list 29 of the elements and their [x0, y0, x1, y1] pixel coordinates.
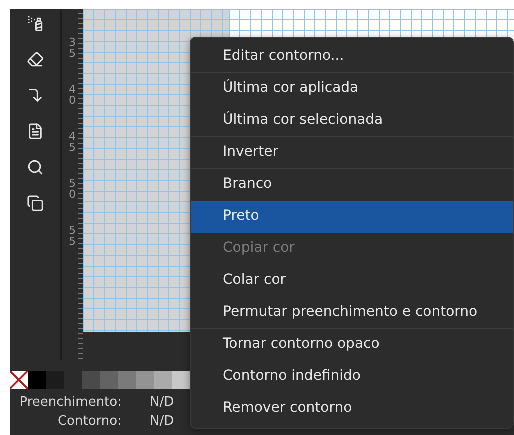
menu-item[interactable]: Colar cor: [191, 265, 513, 297]
status-value: N/D: [150, 414, 176, 429]
ruler-label: 45: [68, 131, 77, 153]
color-swatch[interactable]: [118, 371, 136, 389]
no-color-swatch[interactable]: [10, 371, 28, 389]
status-label: Preenchimento:: [18, 395, 122, 410]
menu-item[interactable]: Tornar contorno opaco: [191, 329, 513, 361]
menu-item[interactable]: Branco: [191, 169, 513, 201]
color-swatch[interactable]: [172, 371, 190, 389]
menu-item[interactable]: Inverter: [191, 137, 513, 169]
color-swatch[interactable]: [100, 371, 118, 389]
color-swatch[interactable]: [28, 371, 46, 389]
color-swatch[interactable]: [154, 371, 172, 389]
menu-item[interactable]: Última cor aplicada: [191, 73, 513, 105]
menu-item[interactable]: Contorno indefinido: [191, 361, 513, 393]
color-swatch[interactable]: [46, 371, 64, 389]
menu-item[interactable]: Permutar preenchimento e contorno: [191, 297, 513, 329]
menu-item[interactable]: Última cor selecionada: [191, 105, 513, 137]
ruler-label: 35: [68, 37, 77, 59]
color-swatch[interactable]: [136, 371, 154, 389]
status-value: N/D: [150, 395, 176, 410]
ruler-label: 50: [68, 178, 77, 200]
menu-item[interactable]: Editar contorno...: [191, 41, 513, 73]
menu-item[interactable]: Preto: [191, 201, 513, 233]
color-swatch[interactable]: [82, 371, 100, 389]
ruler-label: 55: [68, 225, 77, 247]
status-label: Contorno:: [56, 414, 122, 429]
menu-item[interactable]: Remover contorno: [191, 393, 513, 425]
ruler-label: 40: [68, 84, 77, 106]
